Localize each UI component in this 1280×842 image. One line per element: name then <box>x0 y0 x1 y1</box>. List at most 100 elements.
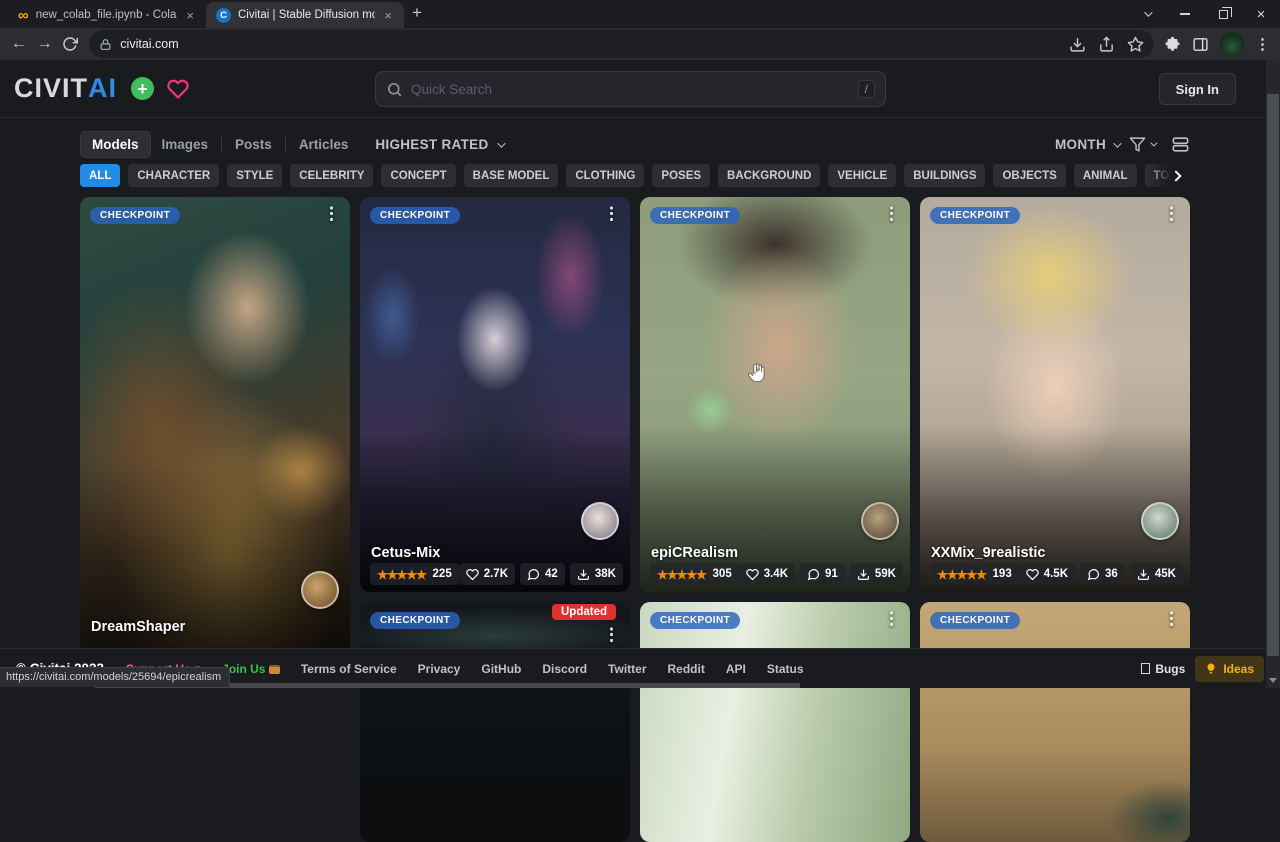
model-type-badge: CHECKPOINT <box>650 207 740 224</box>
category-buildings[interactable]: BUILDINGS <box>904 164 985 187</box>
tab-articles[interactable]: Articles <box>288 132 360 157</box>
tab-civitai[interactable]: C Civitai | Stable Diffusion models, × <box>206 2 404 28</box>
chevron-down-icon <box>497 139 505 147</box>
forward-button[interactable]: → <box>32 35 58 53</box>
creator-avatar[interactable] <box>1141 502 1179 540</box>
tab-colab[interactable]: ∞ new_colab_file.ipynb - Colaborat × <box>8 2 206 28</box>
model-card-partial[interactable]: CHECKPOINT ⋮ <box>920 602 1190 842</box>
colab-icon: ∞ <box>18 8 29 23</box>
filter-dropdown[interactable] <box>1129 136 1155 153</box>
comments-pill: 91 <box>800 563 845 585</box>
model-card-partial[interactable]: CHECKPOINT ⋮ <box>640 602 910 842</box>
favorites-heart-icon[interactable] <box>166 78 190 100</box>
category-vehicle[interactable]: VEHICLE <box>828 164 896 187</box>
rating-count: 193 <box>993 568 1012 580</box>
tab-title: new_colab_file.ipynb - Colaborat <box>36 9 178 21</box>
category-style[interactable]: STYLE <box>227 164 282 187</box>
terms-link[interactable]: Terms of Service <box>301 662 397 676</box>
search-input[interactable] <box>411 82 858 97</box>
creator-avatar[interactable] <box>581 502 619 540</box>
bugs-button[interactable]: Bugs <box>1141 662 1185 676</box>
api-link[interactable]: API <box>726 662 746 676</box>
card-menu-kebab-icon[interactable]: ⋮ <box>883 610 900 629</box>
model-card-partial[interactable]: CHECKPOINT Updated ⋮ <box>360 602 630 842</box>
reload-button[interactable] <box>58 36 84 52</box>
tab-models[interactable]: Models <box>80 131 151 158</box>
sign-in-button[interactable]: Sign In <box>1159 73 1236 105</box>
browser-menu-kebab-icon[interactable]: ⋮ <box>1255 35 1270 53</box>
model-type-badge: CHECKPOINT <box>650 612 740 629</box>
status-link[interactable]: Status <box>767 662 804 676</box>
twitter-link[interactable]: Twitter <box>608 662 646 676</box>
model-image <box>360 602 630 842</box>
browser-profile-avatar[interactable] <box>1220 32 1244 56</box>
category-objects[interactable]: OBJECTS <box>993 164 1065 187</box>
download-icon <box>577 568 590 581</box>
address-bar[interactable]: civitai.com <box>89 30 1154 58</box>
url-text[interactable]: civitai.com <box>120 37 1069 51</box>
join-us-link[interactable]: Join Us <box>222 662 280 676</box>
new-tab-button[interactable]: + <box>412 3 422 23</box>
card-menu-kebab-icon[interactable]: ⋮ <box>603 205 620 224</box>
category-character[interactable]: CHARACTER <box>128 164 219 187</box>
quick-search[interactable]: / <box>375 71 886 107</box>
likes-pill: 3.4K <box>739 563 795 585</box>
category-all[interactable]: ALL <box>80 164 120 187</box>
vertical-scrollbar[interactable] <box>1266 60 1280 688</box>
card-menu-kebab-icon[interactable]: ⋮ <box>1163 610 1180 629</box>
category-celebrity[interactable]: CELEBRITY <box>290 164 373 187</box>
category-clothing[interactable]: CLOTHING <box>566 164 644 187</box>
period-dropdown[interactable]: MONTH <box>1055 137 1119 152</box>
scroll-down-arrow-icon[interactable] <box>1269 678 1277 683</box>
reddit-link[interactable]: Reddit <box>668 662 705 676</box>
lock-icon <box>99 38 112 51</box>
bookmark-star-icon[interactable] <box>1127 36 1144 53</box>
discord-link[interactable]: Discord <box>542 662 587 676</box>
model-title: DreamShaper <box>91 619 185 635</box>
tab-search-chevron-icon[interactable] <box>1128 0 1166 28</box>
tab-close-icon[interactable]: × <box>184 8 196 23</box>
scrollbar-thumb[interactable] <box>1267 94 1279 656</box>
likes-pill: 2.7K <box>459 563 515 585</box>
model-card-dreamshaper[interactable]: CHECKPOINT ⋮ DreamShaper <box>80 197 350 658</box>
upload-plus-button[interactable]: + <box>131 77 154 100</box>
card-menu-kebab-icon[interactable]: ⋮ <box>323 205 340 224</box>
card-menu-kebab-icon[interactable]: ⋮ <box>883 205 900 224</box>
categories-scroll-right-button[interactable] <box>1148 164 1190 188</box>
model-card-epicrealism[interactable]: CHECKPOINT ⋮ epiCRealism ★★★★★ 305 3.4K … <box>640 197 910 592</box>
comment-icon <box>527 568 540 581</box>
close-window-button[interactable]: × <box>1242 0 1280 28</box>
card-menu-kebab-icon[interactable]: ⋮ <box>1163 205 1180 224</box>
github-link[interactable]: GitHub <box>481 662 521 676</box>
minimize-button[interactable] <box>1166 0 1204 28</box>
tab-close-icon[interactable]: × <box>382 8 394 23</box>
category-poses[interactable]: POSES <box>652 164 710 187</box>
model-card-xxmix9realistic[interactable]: CHECKPOINT ⋮ XXMix_9realistic ★★★★★ 193 … <box>920 197 1190 592</box>
creator-avatar[interactable] <box>861 502 899 540</box>
creator-avatar[interactable] <box>301 571 339 609</box>
download-icon[interactable] <box>1069 36 1086 53</box>
layout-toggle-icon[interactable] <box>1171 135 1190 154</box>
tab-images[interactable]: Images <box>151 132 220 157</box>
restore-button[interactable] <box>1204 0 1242 28</box>
share-icon[interactable] <box>1098 36 1115 53</box>
tab-title: Civitai | Stable Diffusion models, <box>238 9 375 21</box>
model-card-cetus-mix[interactable]: CHECKPOINT ⋮ Cetus-Mix ★★★★★ 225 2.7K 42 <box>360 197 630 592</box>
privacy-link[interactable]: Privacy <box>418 662 461 676</box>
civitai-logo[interactable]: CIVITAI <box>14 73 117 104</box>
card-stats: ★★★★★ 225 2.7K 42 38K <box>370 563 620 585</box>
downloads-count: 45K <box>1155 568 1176 580</box>
downloads-count: 59K <box>875 568 896 580</box>
model-title: XXMix_9realistic <box>931 545 1045 561</box>
category-animal[interactable]: ANIMAL <box>1074 164 1137 187</box>
category-background[interactable]: BACKGROUND <box>718 164 820 187</box>
category-concept[interactable]: CONCEPT <box>381 164 455 187</box>
category-base-model[interactable]: BASE MODEL <box>464 164 559 187</box>
extensions-puzzle-icon[interactable] <box>1164 36 1181 53</box>
ideas-button[interactable]: Ideas <box>1195 656 1264 682</box>
card-menu-kebab-icon[interactable]: ⋮ <box>603 626 620 645</box>
tab-posts[interactable]: Posts <box>224 132 283 157</box>
side-panel-icon[interactable] <box>1192 36 1209 53</box>
sort-dropdown[interactable]: HIGHEST RATED <box>375 137 502 152</box>
back-button[interactable]: ← <box>6 35 32 53</box>
